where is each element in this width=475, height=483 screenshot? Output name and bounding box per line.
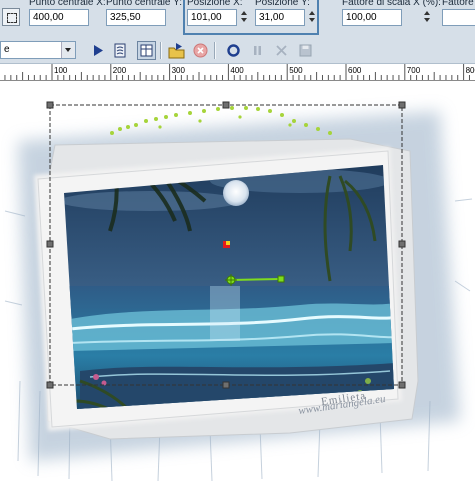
ruler-label: 400: [230, 66, 244, 75]
position-y-label: Posizione Y:: [255, 0, 310, 8]
handle-top-left[interactable]: [46, 101, 54, 109]
ruler-label: 500: [289, 66, 303, 75]
image-canvas[interactable]: Emilieta www.mariangela.eu: [0, 81, 475, 483]
horizontal-ruler: 100 200 300 400 500 600 700 800: [0, 64, 475, 81]
toolbar-separator: [214, 42, 216, 59]
position-y-spinner[interactable]: [307, 9, 318, 26]
position-x-input[interactable]: 101,00: [187, 9, 237, 26]
handle-middle-left[interactable]: [46, 240, 54, 248]
folder-run-icon: [168, 43, 185, 59]
grid-toggle-icon: [140, 44, 153, 57]
ruler-label: 700: [406, 66, 421, 75]
chevron-down-icon[interactable]: [61, 42, 75, 58]
scale-x-input[interactable]: 100,00: [342, 9, 402, 26]
ruler-label: 300: [171, 66, 185, 75]
center-x-label: Punto centrale X:: [29, 0, 106, 8]
script-toolbar: e: [0, 38, 475, 64]
ruler-label: 800: [465, 66, 475, 75]
canvas-artwork: [4, 101, 473, 482]
moon: [223, 180, 249, 206]
scale-y-label: Fattore: [442, 0, 474, 8]
play-icon: [94, 45, 103, 56]
handle-bottom-left[interactable]: [46, 381, 54, 389]
save-script-button[interactable]: [296, 41, 315, 60]
handle-bottom-middle[interactable]: [222, 381, 230, 389]
run-script-button[interactable]: [88, 41, 107, 60]
preset-dropdown-value: e: [4, 44, 10, 55]
handle-top-middle[interactable]: [222, 101, 230, 109]
cancel-icon: [193, 43, 208, 58]
handle-top-right[interactable]: [398, 101, 406, 109]
stop-button[interactable]: [272, 41, 291, 60]
preset-dropdown[interactable]: e: [0, 41, 76, 59]
scale-x-label: Fattore di scala X (%):: [342, 0, 441, 8]
ruler-label: 600: [348, 66, 362, 75]
ruler-label: 100: [54, 66, 68, 75]
pause-button[interactable]: [248, 41, 267, 60]
save-disk-icon: [299, 44, 312, 57]
center-y-label: Punto centrale Y:: [106, 0, 182, 8]
stop-icon: [276, 45, 287, 56]
pause-icon: [254, 46, 261, 55]
handle-bottom-right[interactable]: [398, 381, 406, 389]
center-pivot-handle[interactable]: [223, 241, 230, 248]
handle-middle-right[interactable]: [398, 240, 406, 248]
script-icon: [114, 43, 126, 58]
center-x-input[interactable]: 400,00: [29, 9, 89, 26]
tool-options-bar: Punto centrale X: 400,00 Punto centrale …: [0, 0, 475, 39]
run-from-folder-button[interactable]: [167, 41, 186, 60]
record-icon: [227, 44, 240, 57]
ruler-label: 200: [112, 66, 127, 75]
position-y-input[interactable]: 31,00: [255, 9, 305, 26]
deformation-tool-icon[interactable]: [2, 8, 20, 26]
edit-script-button[interactable]: [111, 41, 130, 60]
toggle-grid-button[interactable]: [137, 41, 156, 60]
position-x-spinner[interactable]: [239, 9, 250, 26]
center-y-input[interactable]: 325,50: [106, 9, 166, 26]
toolbar-separator: [160, 42, 162, 59]
cancel-button[interactable]: [191, 41, 210, 60]
position-x-label: Posizione X:: [187, 0, 243, 8]
scale-x-spinner[interactable]: [422, 9, 433, 26]
record-button[interactable]: [224, 41, 243, 60]
scale-y-input[interactable]: [442, 9, 475, 26]
